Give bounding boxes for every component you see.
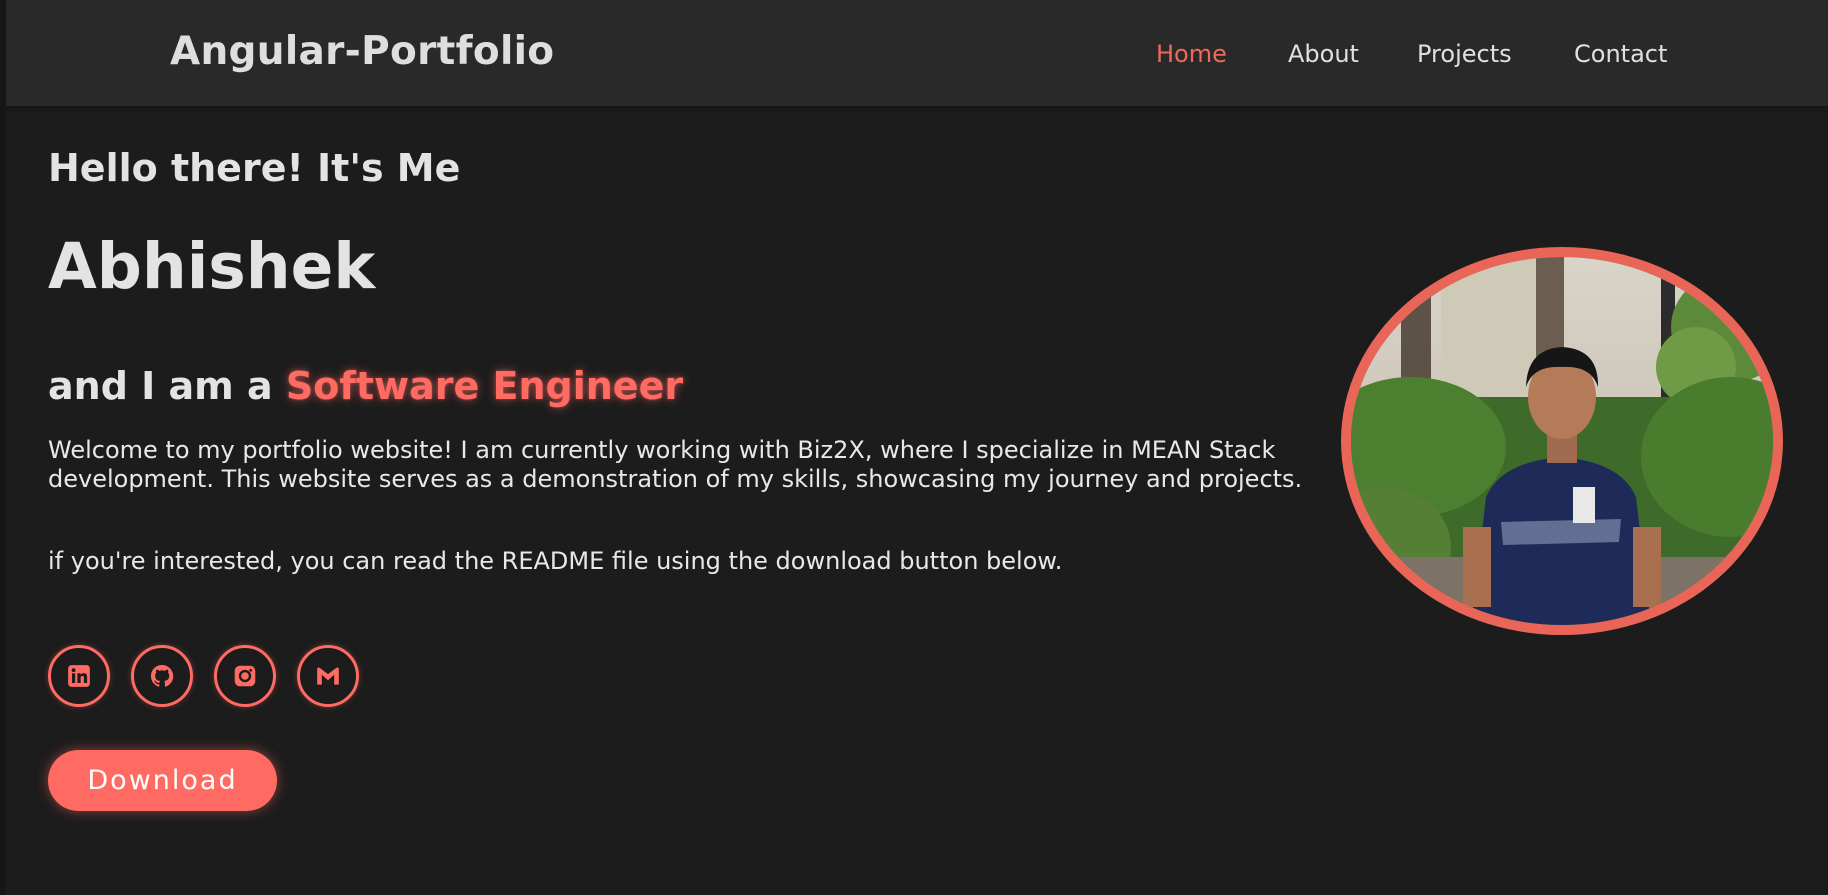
navbar: Angular-Portfolio Home About Projects Co… [6,0,1828,106]
hero-role-line: and I am a Software Engineer [48,364,683,408]
readme-note: if you're interested, you can read the R… [48,547,1063,575]
nav-item-about[interactable]: About [1288,40,1359,68]
nav-item-contact[interactable]: Contact [1574,40,1667,68]
github-icon [150,664,174,687]
profile-photo-image [1351,257,1773,625]
hero-greeting: Hello there! It's Me [48,146,461,190]
gmail-icon [317,667,339,685]
linkedin-icon [68,665,90,687]
download-button[interactable]: Download [48,750,277,811]
role-prefix: and I am a [48,364,286,408]
instagram-icon [234,665,256,687]
linkedin-link[interactable] [48,645,110,707]
nav-item-home[interactable]: Home [1156,40,1227,68]
page-frame: Angular-Portfolio Home About Projects Co… [6,0,1828,895]
intro-paragraph: Welcome to my portfolio website! I am cu… [48,436,1303,493]
role-title: Software Engineer [285,364,684,408]
hero-name: Abhishek [48,230,376,303]
nav-item-projects[interactable]: Projects [1417,40,1512,68]
profile-photo [1341,247,1783,635]
gmail-link[interactable] [297,645,359,707]
instagram-link[interactable] [214,645,276,707]
github-link[interactable] [131,645,193,707]
nav-links: Home About Projects Contact [6,40,1828,70]
